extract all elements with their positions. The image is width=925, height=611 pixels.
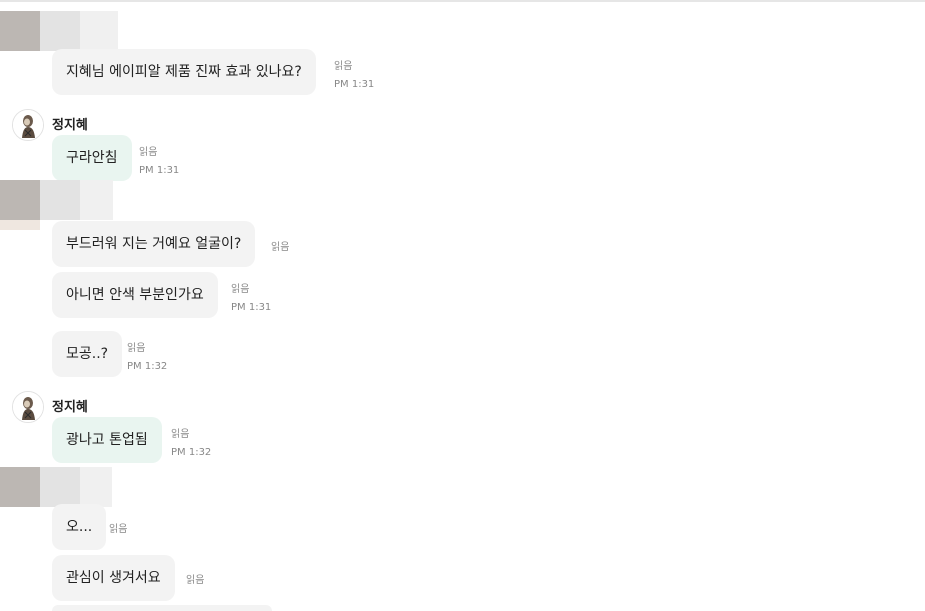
message-bubble[interactable]: 지혜님 에이피알 제품 진짜 효과 있나요? [52, 49, 316, 95]
user-avatar-icon [13, 392, 43, 422]
message-time: PM 1:31 [231, 302, 272, 313]
message-time: PM 1:32 [127, 361, 168, 372]
message-bubble[interactable]: 구라안침 [52, 135, 132, 181]
avatar[interactable] [12, 109, 44, 141]
message-meta: 읽음 PM 1:32 [171, 426, 211, 462]
message-bubble-partial[interactable] [52, 605, 272, 611]
message-meta: 읽음 [109, 521, 127, 539]
message-meta: 읽음 PM 1:31 [139, 144, 179, 180]
message-meta: 읽음 [271, 239, 289, 257]
message-bubble[interactable]: 아니면 안색 부분인가요 [52, 272, 218, 318]
read-status: 읽음 [186, 575, 205, 586]
message-meta: 읽음 PM 1:31 [231, 281, 271, 317]
message-meta: 읽음 [186, 572, 204, 590]
message-bubble[interactable]: 오... [52, 504, 107, 550]
read-status: 읽음 [139, 147, 158, 158]
message-time: PM 1:32 [171, 447, 212, 458]
user-avatar-icon [13, 110, 43, 140]
read-status: 읽음 [231, 284, 250, 295]
message-time: PM 1:31 [139, 165, 180, 176]
message-bubble[interactable]: 관심이 생겨서요 [52, 555, 175, 601]
sender-name: 정지혜 [52, 400, 88, 415]
avatar[interactable] [12, 391, 44, 423]
read-status: 읽음 [334, 61, 353, 72]
message-bubble[interactable]: 부드러워 지는 거예요 얼굴이? [52, 221, 256, 267]
contact-avatar-blurred [0, 467, 112, 507]
message-meta: 읽음 PM 1:32 [127, 340, 167, 376]
message-time: PM 1:31 [334, 79, 375, 90]
read-status: 읽음 [109, 524, 128, 535]
read-status: 읽음 [171, 429, 190, 440]
message-bubble[interactable]: 광나고 톤업됨 [52, 417, 162, 463]
contact-avatar-blurred [0, 11, 118, 51]
contact-avatar-blurred [0, 180, 113, 220]
message-bubble[interactable]: 모공..? [52, 331, 123, 377]
top-divider [0, 0, 925, 2]
read-status: 읽음 [271, 242, 290, 253]
sender-name: 정지혜 [52, 118, 88, 133]
read-status: 읽음 [127, 343, 146, 354]
message-meta: 읽음 PM 1:31 [334, 58, 374, 94]
blur-edge [0, 220, 40, 230]
